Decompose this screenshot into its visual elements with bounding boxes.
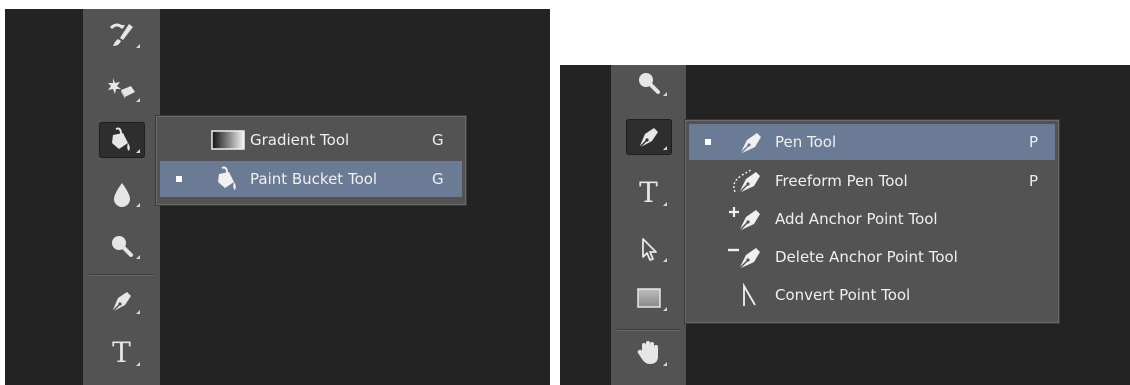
menu-item-label: Paint Bucket Tool [250,170,378,188]
type-tool[interactable]: T [99,335,145,371]
pen-tool[interactable] [625,119,672,155]
menu-item-paint-bucket-tool[interactable]: Paint Bucket Tool G [160,161,462,197]
menu-item-label: Add Anchor Point Tool [775,210,938,228]
submenu-corner-icon [662,92,667,96]
submenu-corner-icon [662,258,667,262]
path-selection-tool[interactable] [626,231,672,267]
eraser-icon [107,78,135,99]
dodge-tool[interactable] [99,228,145,264]
paint-bucket-tool[interactable] [98,122,145,158]
type-icon: T [639,176,658,209]
pen-tool[interactable] [99,283,145,319]
paint-bucket-icon [210,161,246,197]
menu-item-delete-anchor-point-tool[interactable]: Delete Anchor Point Tool [689,239,1055,275]
shortcut-key: G [432,170,444,188]
add-anchor-point-icon [725,201,773,237]
shortcut-key: G [432,131,444,149]
pen-icon [110,292,131,313]
selected-indicator [176,176,182,182]
hand-tool[interactable] [626,335,672,371]
toolbar-separator [617,329,680,331]
history-brush-tool[interactable] [99,17,145,53]
blur-icon [113,183,130,207]
menu-item-pen-tool[interactable]: Pen Tool P [689,124,1055,160]
tools-panel: T [83,9,160,385]
paint-bucket-icon [111,127,130,151]
menu-item-label: Pen Tool [775,133,837,151]
dodge-icon [111,236,133,257]
toolbar-separator [89,274,154,276]
hand-icon [637,341,658,364]
menu-item-label: Gradient Tool [250,131,350,149]
gradient-icon [210,122,246,158]
left-screenshot-panel: T Gradient Tool G Paint Bucket Tool G [5,9,550,385]
submenu-corner-icon [662,146,667,150]
delete-anchor-point-icon [725,239,773,275]
dodge-icon [638,73,660,94]
selected-indicator [705,139,711,145]
path-selection-icon [641,238,657,261]
convert-point-icon [725,277,773,313]
shortcut-key: P [1029,172,1039,190]
type-icon: T [112,336,131,369]
submenu-corner-icon [135,310,140,314]
menu-item-convert-point-tool[interactable]: Convert Point Tool [689,277,1055,313]
menu-item-gradient-tool[interactable]: Gradient Tool G [160,122,462,158]
tool-flyout-menu: Gradient Tool G Paint Bucket Tool G [155,115,467,206]
history-brush-icon [109,23,133,46]
menu-item-freeform-pen-tool[interactable]: Freeform Pen Tool P [689,163,1055,199]
shortcut-key: P [1029,133,1039,151]
type-tool[interactable]: T [626,175,672,211]
dodge-tool[interactable] [626,65,672,101]
submenu-corner-icon [135,149,140,153]
pen-icon [725,124,773,160]
submenu-corner-icon [135,44,140,48]
submenu-corner-icon [662,307,667,311]
tool-flyout-menu: Pen Tool P Freeform Pen Tool P Add Ancho… [684,119,1060,324]
pen-icon [637,128,658,149]
submenu-corner-icon [662,202,667,206]
submenu-corner-icon [135,362,140,366]
submenu-corner-icon [135,203,140,207]
menu-item-label: Delete Anchor Point Tool [775,248,958,266]
blur-tool[interactable] [99,176,145,212]
menu-item-add-anchor-point-tool[interactable]: Add Anchor Point Tool [689,201,1055,237]
submenu-corner-icon [662,362,667,366]
menu-item-label: Freeform Pen Tool [775,172,908,190]
rectangle-icon [636,288,661,308]
submenu-corner-icon [135,98,140,102]
tools-panel: T [611,65,686,385]
eraser-tool[interactable] [99,71,145,107]
freeform-pen-icon [725,163,773,199]
menu-item-label: Convert Point Tool [775,286,911,304]
right-screenshot-panel: T Pen Tool P Freeform Pen Tool P Add Anc… [560,65,1130,385]
rectangle-tool[interactable] [626,280,672,316]
submenu-corner-icon [135,255,140,259]
